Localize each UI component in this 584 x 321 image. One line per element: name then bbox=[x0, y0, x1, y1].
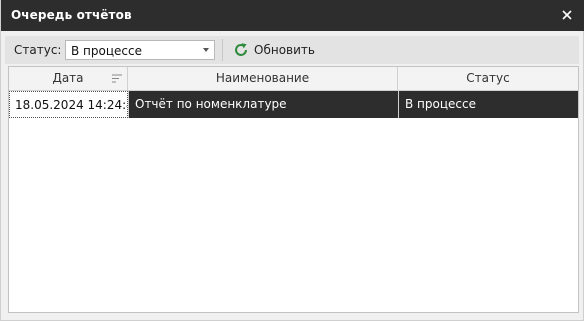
reports-table: Дата Наименование Статус 18.05.2024 14:2… bbox=[8, 66, 579, 313]
chevron-down-icon bbox=[203, 48, 209, 52]
column-header-name[interactable]: Наименование bbox=[128, 67, 398, 90]
toolbar: Статус: В процессе Обновить bbox=[5, 36, 579, 64]
column-header-date[interactable]: Дата bbox=[9, 67, 128, 90]
row-name-cell[interactable]: Отчёт по номенклатуре bbox=[128, 91, 398, 118]
status-filter-label: Статус: bbox=[14, 43, 62, 57]
refresh-button[interactable]: Обновить bbox=[231, 39, 315, 61]
window-title: Очередь отчётов bbox=[11, 8, 132, 22]
table-row[interactable]: 18.05.2024 14:24:49 Отчёт по номенклатур… bbox=[9, 91, 578, 118]
column-header-date-label: Дата bbox=[52, 71, 84, 85]
close-icon[interactable] bbox=[559, 7, 575, 23]
status-filter-value: В процессе bbox=[71, 44, 142, 58]
report-queue-window: Очередь отчётов Статус: В процессе Обнов… bbox=[0, 0, 584, 321]
title-bar: Очередь отчётов bbox=[1, 0, 584, 31]
refresh-icon bbox=[235, 43, 247, 56]
sort-icon bbox=[112, 74, 122, 83]
refresh-label: Обновить bbox=[254, 43, 315, 57]
column-header-status-label: Статус bbox=[466, 71, 510, 85]
column-header-name-label: Наименование bbox=[215, 71, 310, 85]
table-header: Дата Наименование Статус bbox=[9, 67, 578, 91]
status-filter-select[interactable]: В процессе bbox=[65, 40, 215, 60]
toolbar-divider bbox=[222, 39, 223, 61]
row-status-cell[interactable]: В процессе bbox=[398, 91, 578, 118]
column-header-status[interactable]: Статус bbox=[398, 67, 578, 90]
row-date-cell[interactable]: 18.05.2024 14:24:49 bbox=[9, 91, 128, 118]
